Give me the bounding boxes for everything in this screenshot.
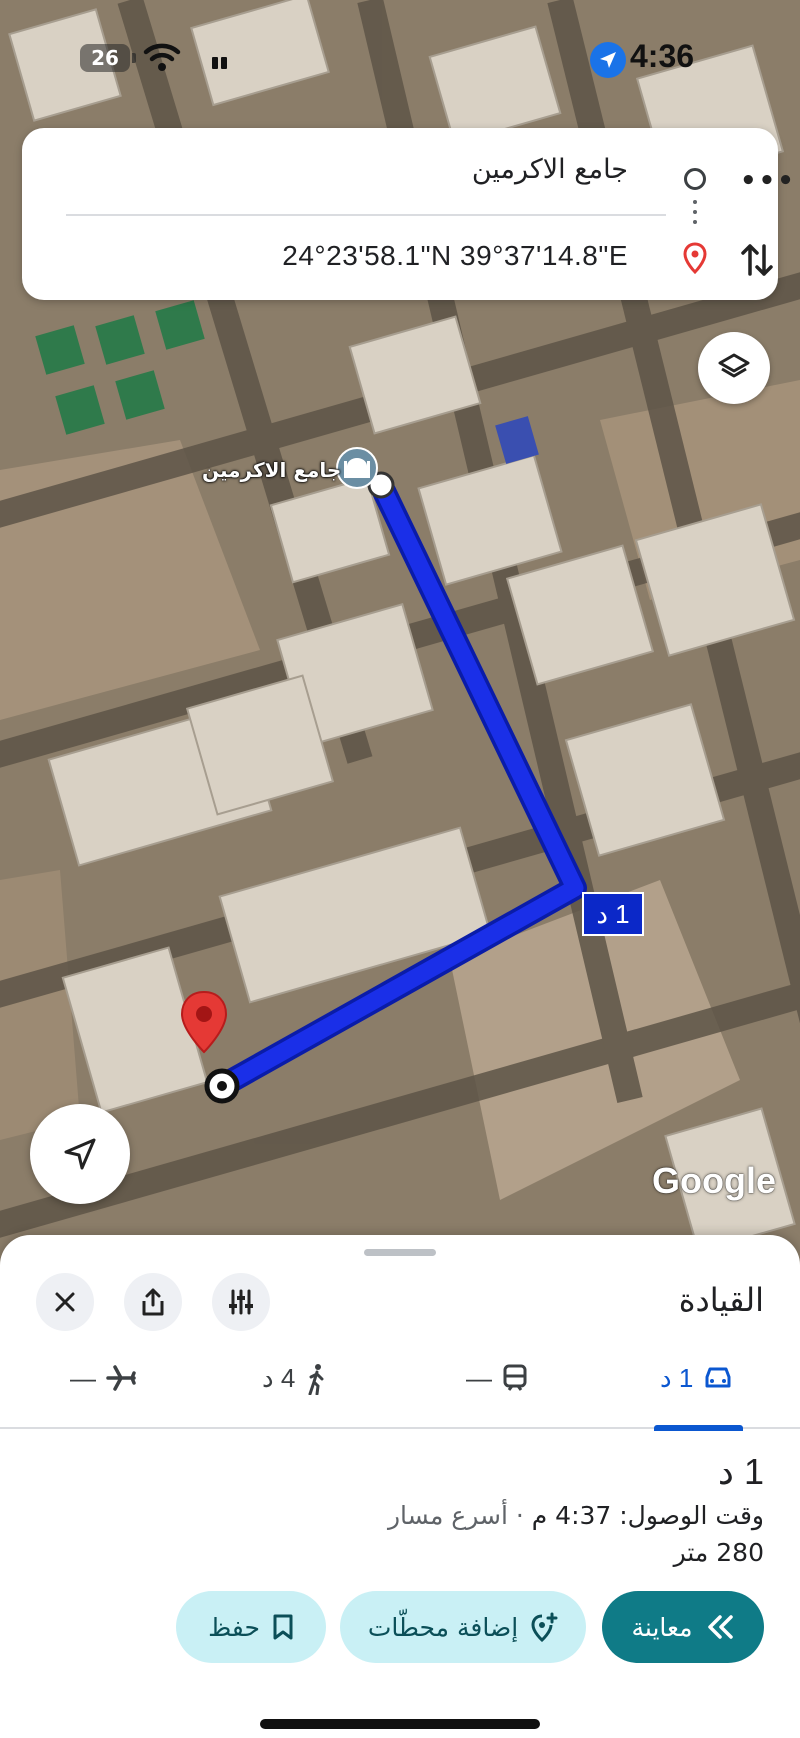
- google-attribution: Google: [652, 1160, 776, 1201]
- tab-walk-value: 4 د: [262, 1363, 296, 1393]
- tab-transit-value: —: [466, 1363, 492, 1393]
- sheet-title: القيادة: [678, 1281, 764, 1319]
- tab-flight[interactable]: —: [70, 1363, 136, 1429]
- route-distance: 280 متر: [673, 1538, 764, 1567]
- route-card: ••• جامع الاكرمين 24°23'58.1"N 39°37'14.…: [22, 128, 794, 300]
- walk-icon: [308, 1364, 324, 1395]
- add-stops-label: إضافة محطّات: [367, 1612, 519, 1642]
- add-stops-button[interactable]: إضافة محطّات: [340, 1591, 586, 1663]
- tab-walk[interactable]: 4 د: [262, 1363, 329, 1429]
- layers-button[interactable]: [698, 332, 770, 404]
- close-icon: [55, 1292, 75, 1312]
- action-buttons: معاينة إضافة محطّات حفظ: [0, 1591, 800, 1665]
- tune-icon: [229, 1289, 253, 1315]
- route-summary[interactable]: 1 د وقت الوصول: 4:37 م · أسرع مسار 280 م…: [388, 1451, 764, 1567]
- bookmark-icon: [273, 1614, 293, 1640]
- tab-transit[interactable]: —: [466, 1363, 528, 1429]
- route-dots-icon: [693, 200, 697, 230]
- preview-label: معاينة: [631, 1612, 693, 1642]
- wifi-icon: [143, 43, 181, 71]
- destination-field[interactable]: 24°23'58.1"N 39°37'14.8"E: [282, 240, 628, 272]
- route-duration: 1 د: [717, 1451, 764, 1492]
- layers-icon: [718, 353, 750, 378]
- travel-mode-tabs: 1 د — 4 د —: [0, 1347, 800, 1431]
- swap-icon[interactable]: [740, 240, 774, 280]
- location-arrow-icon: [590, 42, 626, 78]
- tab-drive-value: 1 د: [660, 1363, 694, 1393]
- arrival-time: وقت الوصول: 4:37 م: [531, 1501, 764, 1530]
- arrival-info: وقت الوصول: 4:37 م · أسرع مسار: [388, 1501, 764, 1530]
- route-options-button[interactable]: [212, 1273, 270, 1331]
- divider: [66, 214, 666, 216]
- double-chevron-icon: [707, 1615, 733, 1639]
- status-time: 4:36: [630, 38, 695, 74]
- preview-button[interactable]: معاينة: [602, 1591, 764, 1663]
- navigation-arrow-icon: [64, 1138, 96, 1170]
- destination-pin-icon: [683, 242, 707, 274]
- add-stop-icon: [531, 1612, 558, 1642]
- save-button[interactable]: حفظ: [176, 1591, 326, 1663]
- destination-pin-icon: [180, 990, 228, 1058]
- my-location-button[interactable]: [30, 1104, 130, 1204]
- share-button[interactable]: [124, 1273, 182, 1331]
- origin-circle-icon: [684, 168, 706, 190]
- plane-icon: [106, 1365, 136, 1391]
- sheet-drag-handle[interactable]: [364, 1249, 436, 1256]
- save-label: حفظ: [208, 1612, 260, 1642]
- status-bar: 26 4:36: [0, 0, 800, 115]
- signal-icon: [212, 54, 232, 69]
- car-icon: [705, 1367, 731, 1388]
- train-icon: [503, 1364, 527, 1391]
- battery-icon: 26: [80, 44, 136, 72]
- tab-drive[interactable]: 1 د: [653, 1363, 744, 1431]
- fastest-route-note: · أسرع مسار: [387, 1501, 532, 1530]
- tab-flight-value: —: [70, 1363, 96, 1393]
- home-indicator[interactable]: [260, 1719, 540, 1729]
- more-icon[interactable]: •••: [740, 166, 796, 196]
- close-button[interactable]: [36, 1273, 94, 1331]
- mosque-map-label[interactable]: جامع الاكرمين: [202, 458, 341, 482]
- route-duration-chip[interactable]: 1 د: [582, 892, 644, 936]
- share-icon: [142, 1288, 164, 1316]
- origin-field[interactable]: جامع الاكرمين: [472, 154, 628, 185]
- directions-sheet: القيادة 1 د — 4 د — 1 د وقت الوصول: 4:37…: [0, 1235, 800, 1738]
